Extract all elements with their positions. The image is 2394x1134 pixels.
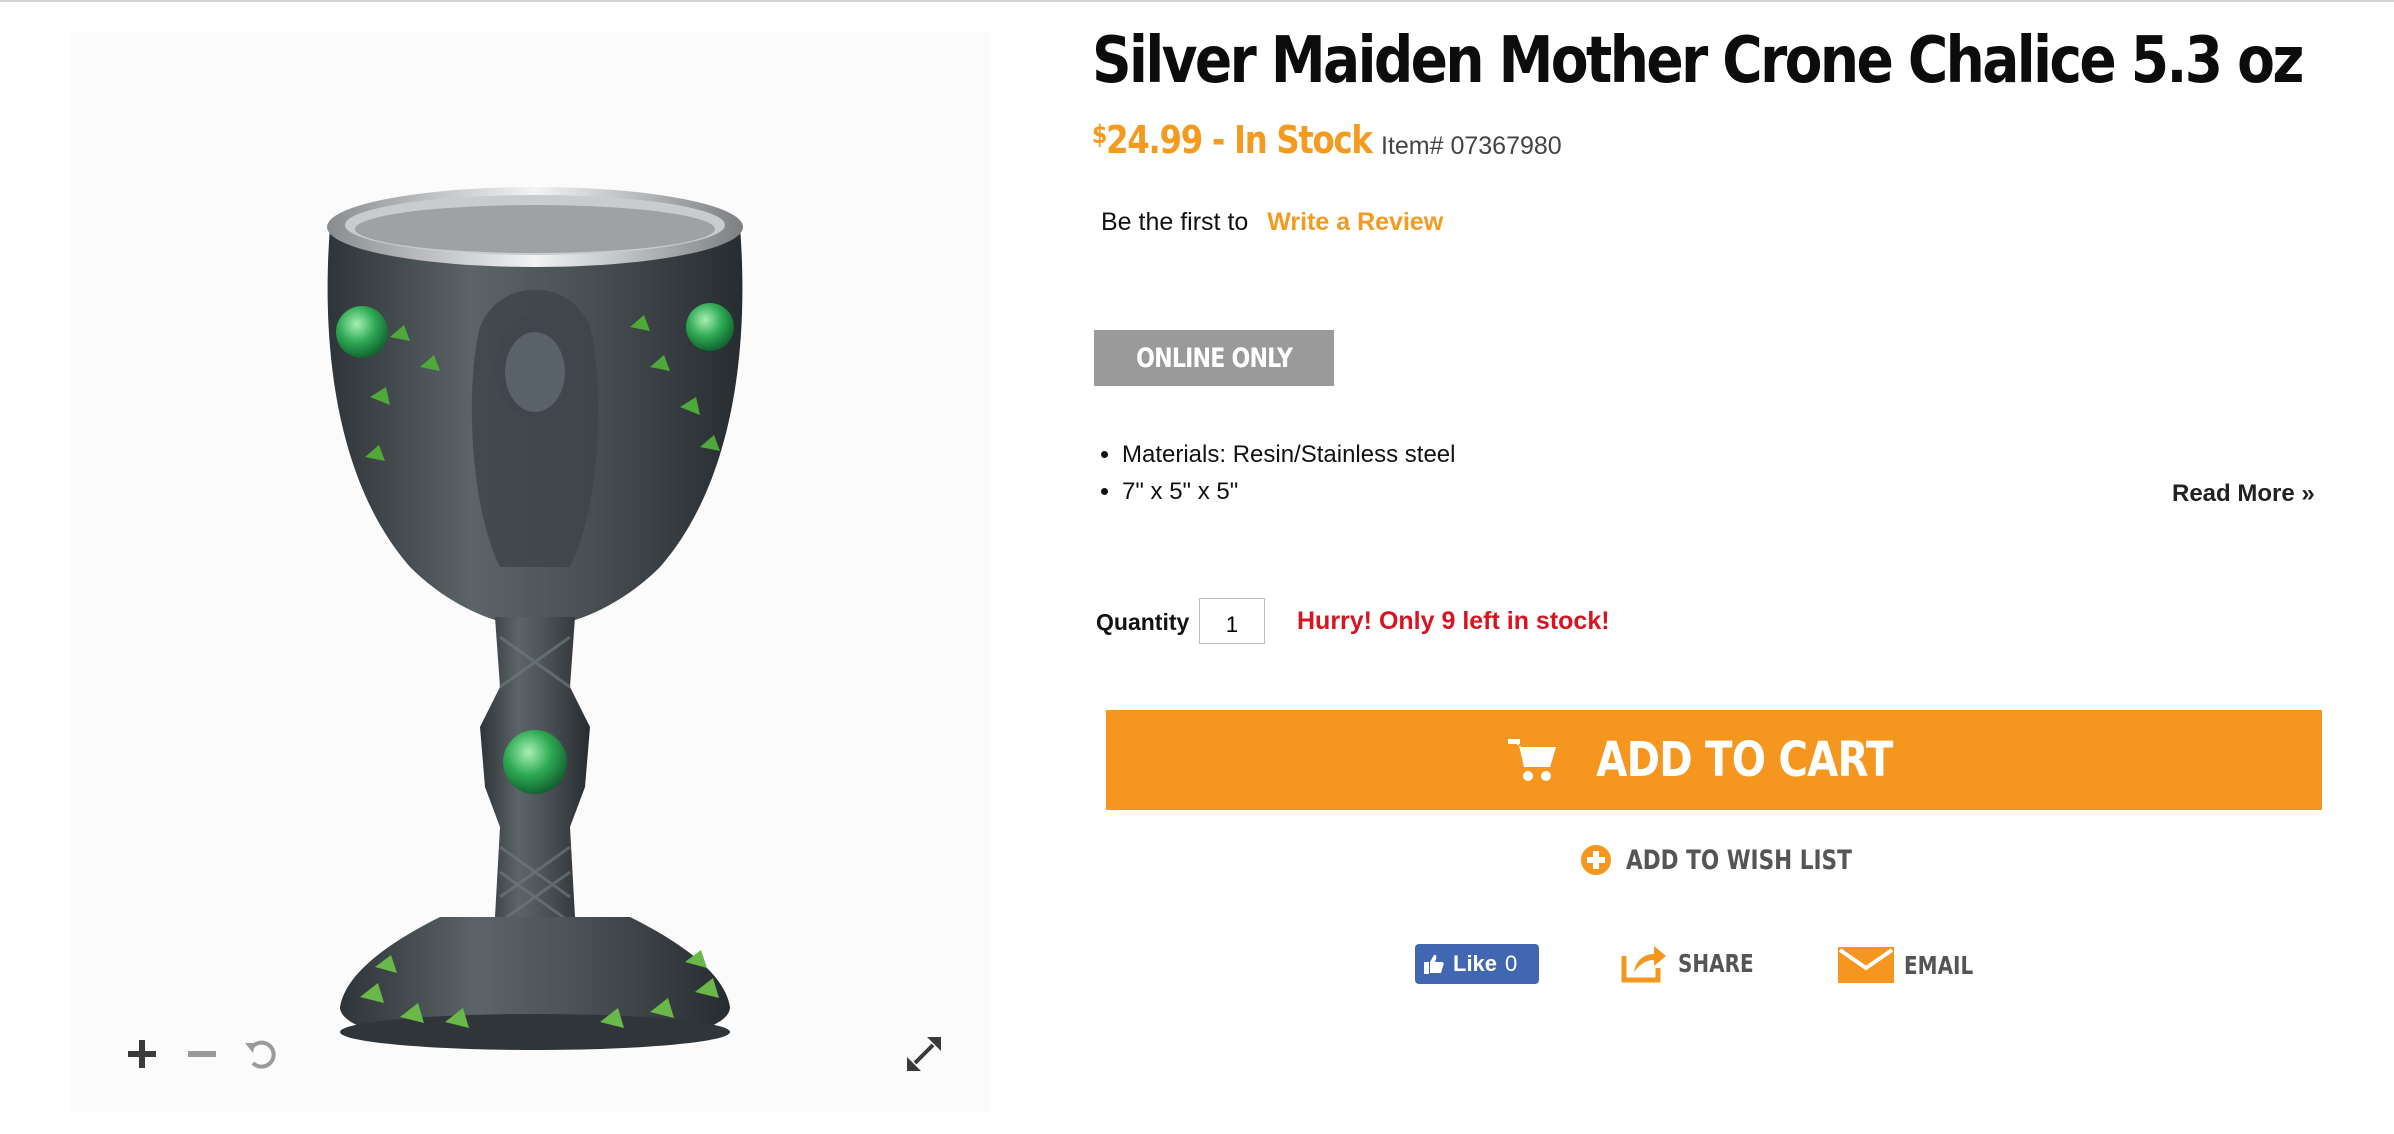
product-image-viewer: [70, 32, 990, 1112]
read-more-link[interactable]: Read More »: [2172, 480, 2315, 508]
plus-circle-icon: [1581, 845, 1611, 875]
zoom-out-button[interactable]: [180, 1032, 224, 1076]
feature-list: Materials: Resin/Stainless steel 7" x 5"…: [1096, 436, 1455, 510]
low-stock-alert: Hurry! Only 9 left in stock!: [1297, 607, 1610, 635]
like-label: Like: [1453, 951, 1498, 976]
price-and-availability: $24.99 - In Stock: [1092, 118, 1373, 162]
write-review-link[interactable]: Write a Review: [1267, 208, 1443, 236]
add-to-wishlist-button[interactable]: ADD TO WISH LIST: [1580, 840, 1908, 880]
quantity-input[interactable]: [1199, 598, 1265, 644]
cart-icon: [1507, 739, 1556, 781]
review-prompt: Be the first to Write a Review: [1101, 208, 1443, 237]
facebook-like-button[interactable]: Like 0: [1415, 944, 1539, 984]
add-to-cart-button[interactable]: ADD TO CART: [1106, 710, 2322, 810]
thumbs-up-icon: [1424, 954, 1444, 974]
top-divider: [0, 0, 2394, 2]
review-lead-text: Be the first to: [1101, 208, 1249, 236]
wishlist-label: ADD TO WISH LIST: [1626, 844, 1852, 876]
price-text: 24.99 - In Stock: [1106, 118, 1373, 162]
fullscreen-button[interactable]: [902, 1032, 946, 1076]
zoom-in-icon: [128, 1040, 156, 1068]
reset-zoom-button[interactable]: [238, 1032, 282, 1076]
product-image: [327, 187, 743, 1050]
add-to-cart-label: ADD TO CART: [1595, 732, 1893, 788]
like-count: 0: [1505, 951, 1518, 976]
quantity-label: Quantity: [1096, 609, 1190, 635]
product-title: Silver Maiden Mother Crone Chalice 5.3 o…: [1092, 24, 2304, 98]
online-only-label: ONLINE ONLY: [1135, 342, 1293, 374]
item-number: Item# 07367980: [1381, 132, 1562, 160]
feature-item: Materials: Resin/Stainless steel: [1122, 436, 1455, 473]
share-icon: [1621, 946, 1666, 983]
share-button[interactable]: SHARE: [1620, 938, 1773, 988]
image-toolbar: [70, 1012, 990, 1092]
email-label: EMAIL: [1904, 950, 1974, 980]
currency-symbol: $: [1092, 120, 1107, 150]
fullscreen-icon: [907, 1037, 941, 1071]
envelope-icon: [1838, 947, 1894, 983]
zoom-in-button[interactable]: [120, 1032, 164, 1076]
email-button[interactable]: EMAIL: [1838, 940, 1991, 990]
price-row: $24.99 - In Stock Item# 07367980: [1092, 112, 1892, 172]
reset-icon: [245, 1040, 276, 1069]
feature-item: 7" x 5" x 5": [1122, 473, 1455, 510]
share-label: SHARE: [1678, 948, 1754, 978]
zoom-out-icon: [188, 1051, 216, 1057]
online-only-badge: ONLINE ONLY: [1094, 330, 1334, 386]
